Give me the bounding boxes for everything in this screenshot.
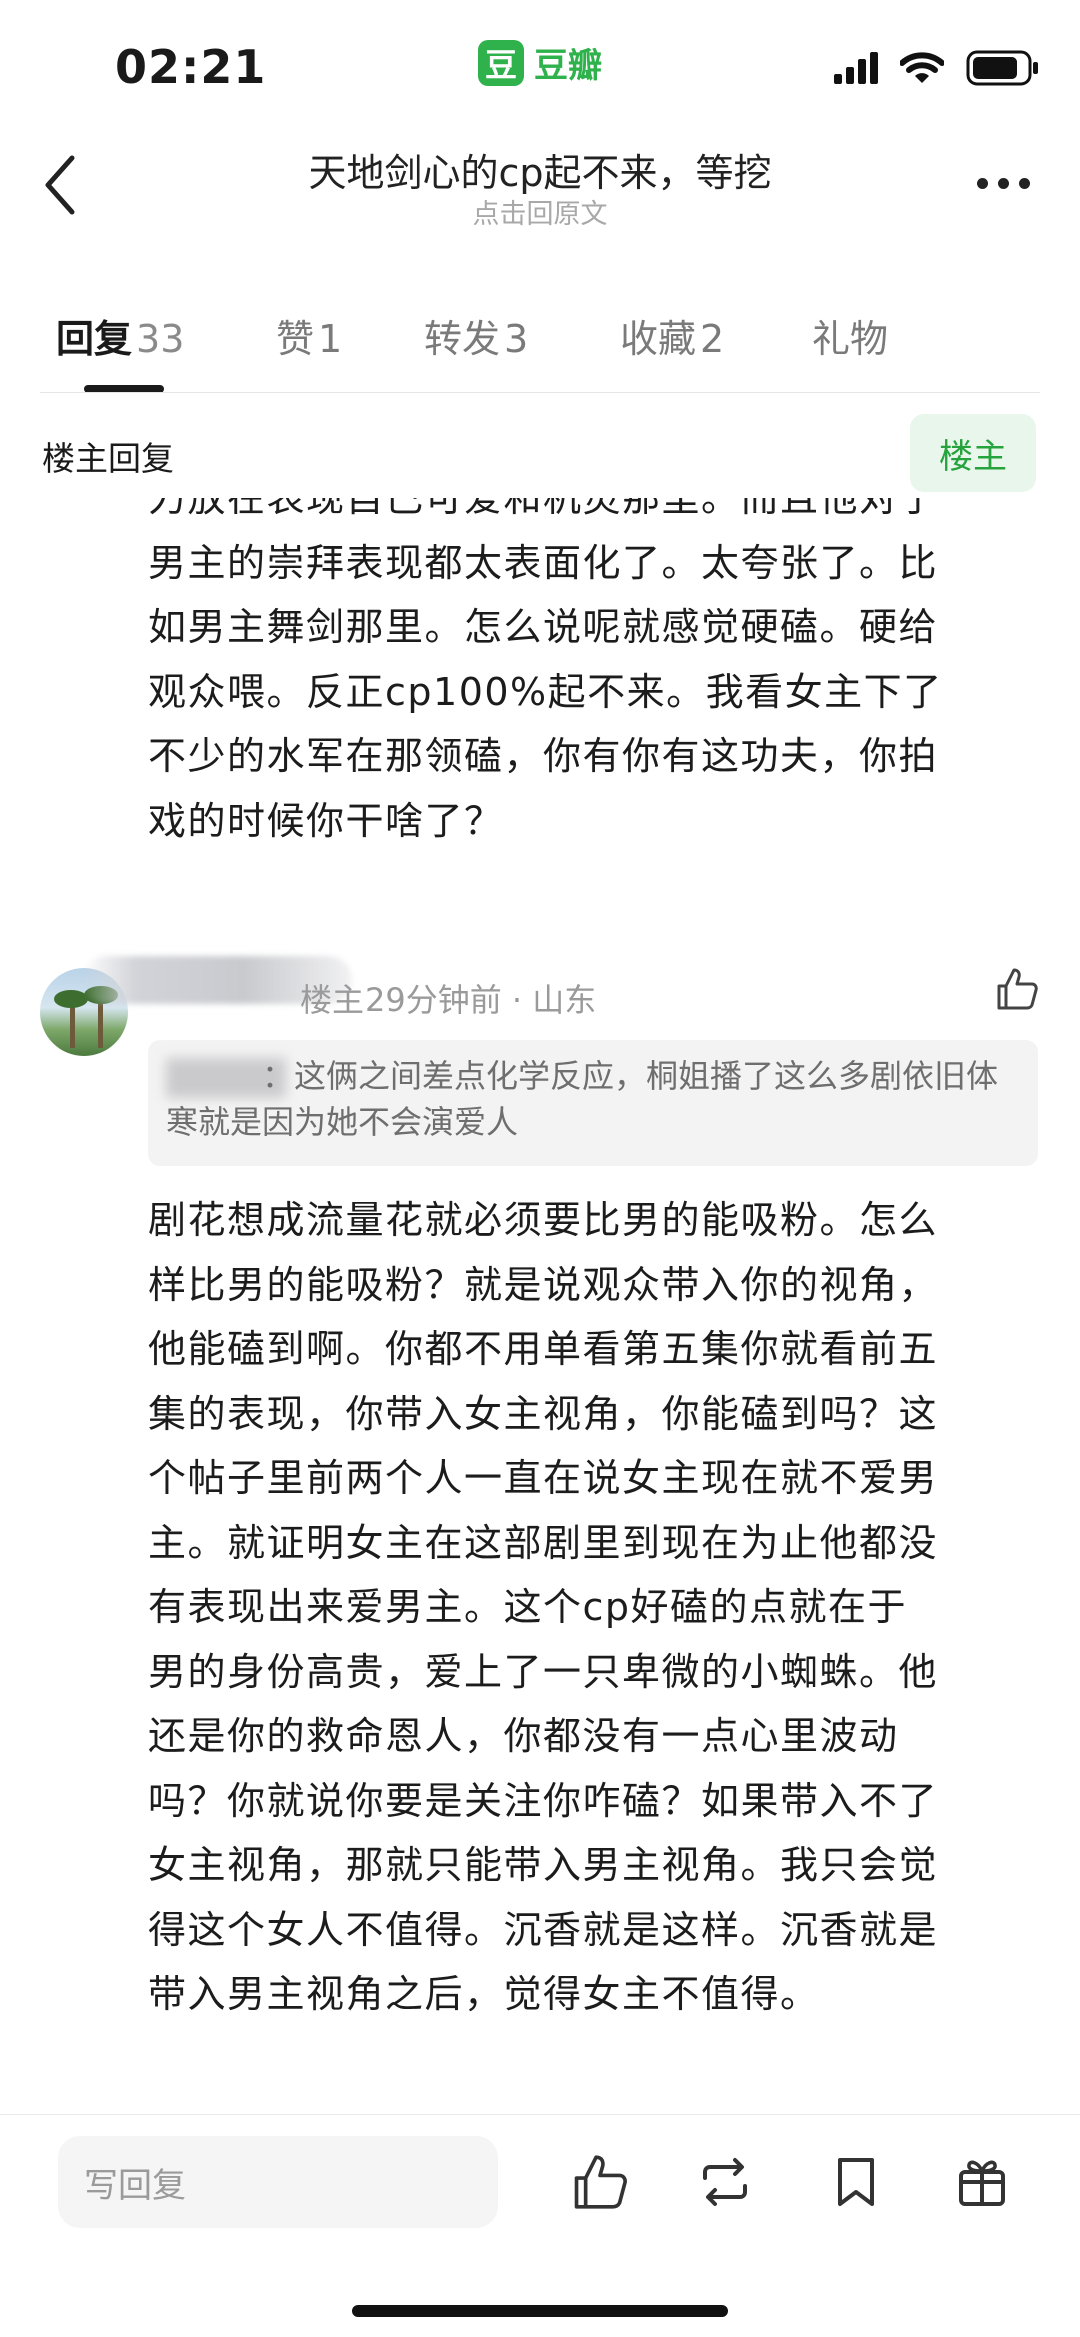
comment-line: 有表现出来爱男主。这个cp好磕的点就在于 xyxy=(148,1585,908,1629)
page-title: 天地剑心的cp起不来，等挖 xyxy=(308,151,772,195)
post-line: 不少的水军在那领磕，你有你有这功夫，你拍 xyxy=(148,734,939,778)
tab-gifts[interactable]: 礼物 xyxy=(812,308,888,363)
back-to-original-link[interactable]: 点击回原文 xyxy=(150,192,930,231)
like-post-button[interactable] xyxy=(570,2152,630,2212)
thumbs-up-icon xyxy=(997,968,1038,1010)
repost-button[interactable] xyxy=(695,2152,755,2212)
divider xyxy=(40,392,1040,393)
owner-tag: 楼主 xyxy=(300,981,365,1019)
post-line: 观众喂。反正cp100%起不来。我看女主下了 xyxy=(148,669,943,714)
gift-icon xyxy=(959,2160,1005,2206)
like-button[interactable] xyxy=(994,966,1040,1012)
comment-line: 还是你的救命恩人，你都没有一点心里波动 xyxy=(148,1714,899,1758)
gift-button[interactable] xyxy=(952,2152,1012,2212)
back-arrow-icon xyxy=(45,155,75,215)
signal-icon xyxy=(834,52,878,84)
more-button[interactable] xyxy=(977,178,1030,189)
post-line: 男主的崇拜表现都太表面化了。太夸张了。比 xyxy=(148,540,939,585)
tab-reposts[interactable]: 转发 3 xyxy=(424,308,528,363)
more-icon xyxy=(977,178,988,189)
comment-line: 剧花想成流量花就必须要比男的能吸粉。怎么 xyxy=(148,1198,939,1242)
tab-collections[interactable]: 收藏 2 xyxy=(620,308,724,363)
comment-line: 女主视角，那就只能带入男主视角。我只会觉 xyxy=(148,1843,939,1887)
comment-line: 得这个女人不值得。沉香就是这样。沉香就是 xyxy=(148,1907,939,1952)
owner-filter-button[interactable]: 楼主 xyxy=(910,414,1036,492)
app-badge: 豆 豆瓣 xyxy=(478,38,602,87)
quoted-text: ：这俩之间差点化学反应，桐姐播了这么多剧依旧体寒就是因为她不会演爱人 xyxy=(166,1057,999,1141)
battery-icon xyxy=(966,50,1038,86)
divider xyxy=(0,2114,1080,2115)
repost-icon xyxy=(703,2158,747,2206)
comment-line: 吗？你就说你要是关注你咋磕？如果带入不了 xyxy=(148,1778,939,1823)
home-indicator[interactable] xyxy=(352,2305,728,2317)
douban-logo-icon: 豆 xyxy=(478,39,524,86)
reply-input[interactable]: 写回复 xyxy=(58,2136,498,2228)
tab-likes[interactable]: 赞1 xyxy=(276,308,342,363)
section-title: 楼主回复 xyxy=(42,439,174,478)
wifi-icon xyxy=(900,52,944,83)
bookmark-icon xyxy=(838,2158,874,2206)
comment-line: 他能磕到啊。你都不用单看第五集你就看前五 xyxy=(148,1327,939,1371)
post-line: 如男主舞剑那里。怎么说呢就感觉硬磕。硬给 xyxy=(148,605,939,649)
status-time: 02:21 xyxy=(115,40,267,94)
bookmark-button[interactable] xyxy=(826,2152,886,2212)
comment-meta: 29分钟前 · 山东 xyxy=(365,981,597,1019)
previous-reply: 力放在表现自己可爱和机灵那里。而且他对于 男主的崇拜表现都太表面化了。太夸张了。… xyxy=(148,498,1028,898)
post-line: 戏的时候你干啥了？ xyxy=(148,798,504,843)
thumbs-up-icon xyxy=(574,2155,627,2209)
comment-line: 男的身份高贵，爱上了一只卑微的小蜘蛛。他 xyxy=(148,1649,939,1694)
comment-line: 样比男的能吸粉？就是说观众带入你的视角， xyxy=(148,1262,939,1307)
tab-bar: 回复 33 赞1 转发 3 收藏 2 礼物 xyxy=(0,300,1080,392)
comment-body: 剧花想成流量花就必须要比男的能吸粉。怎么 样比男的能吸粉？就是说观众带入你的视角… xyxy=(148,1188,1038,2027)
comment-line: 集的表现，你带入女主视角，你能磕到吗？这 xyxy=(148,1391,939,1436)
status-icons xyxy=(834,50,1040,86)
back-button[interactable] xyxy=(40,150,80,220)
tab-replies[interactable]: 回复 33 xyxy=(56,308,184,363)
comment-line: 主。就证明女主在这部剧里到现在为止他都没 xyxy=(148,1520,939,1565)
post-line: 力放在表现自己可爱和机灵那里。而且他对于 xyxy=(148,498,939,520)
comment-line: 个帖子里前两个人一直在说女主现在就不爱男 xyxy=(148,1456,939,1500)
app-name: 豆瓣 xyxy=(534,46,602,86)
comment-line: 带入男主视角之后，觉得女主不值得。 xyxy=(148,1972,820,2016)
